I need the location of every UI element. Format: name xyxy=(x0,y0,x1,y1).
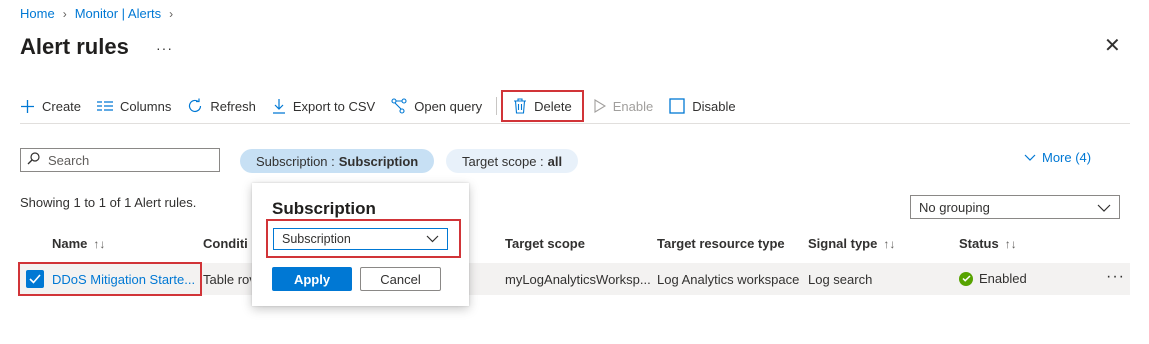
search-input[interactable] xyxy=(48,152,208,168)
sort-icon: ↑↓ xyxy=(1004,236,1017,251)
delete-label: Delete xyxy=(534,98,572,114)
check-circle-icon xyxy=(959,271,973,286)
chevron-down-icon xyxy=(1097,200,1111,215)
row-target-scope: myLogAnalyticsWorksp... xyxy=(505,272,651,287)
chevron-right-icon: › xyxy=(62,6,67,21)
subscription-filter-value: Subscription xyxy=(338,153,419,169)
column-header-name-label: Name xyxy=(52,236,88,251)
row-resource-type: Log Analytics workspace xyxy=(657,272,800,287)
checkbox-empty-icon xyxy=(669,98,685,114)
subscription-select-value: Subscription xyxy=(282,232,351,246)
toolbar-divider-line xyxy=(20,123,1130,124)
breadcrumb-monitor-alerts[interactable]: Monitor | Alerts xyxy=(75,6,161,21)
column-header-name[interactable]: Name ↑↓ xyxy=(52,236,105,251)
row-condition: Table rov xyxy=(203,272,251,287)
disable-label: Disable xyxy=(692,98,736,114)
row-signal-type: Log search xyxy=(808,272,873,287)
open-query-label: Open query xyxy=(414,98,483,114)
chevron-down-icon xyxy=(1024,150,1036,165)
toolbar: Create Columns Refresh Export to CSV Ope… xyxy=(20,90,744,122)
search-icon xyxy=(27,152,40,168)
subscription-filter-flyout: Subscription Subscription Apply Cancel xyxy=(252,183,469,306)
row-more-icon[interactable]: ··· xyxy=(1106,268,1125,286)
download-icon xyxy=(272,98,286,114)
subscription-select[interactable]: Subscription xyxy=(273,228,448,250)
close-icon[interactable]: ✕ xyxy=(1104,36,1121,56)
query-icon xyxy=(391,98,407,114)
column-header-condition-label: Conditi xyxy=(203,236,248,251)
row-checkbox[interactable] xyxy=(26,270,44,288)
page-title: Alert rules xyxy=(20,34,129,59)
play-icon xyxy=(594,99,606,113)
refresh-icon xyxy=(187,98,203,114)
enable-label: Enable xyxy=(612,98,654,114)
target-scope-filter-value: all xyxy=(547,153,563,169)
columns-icon xyxy=(97,100,114,112)
columns-label: Columns xyxy=(120,98,172,114)
disable-button[interactable]: Disable xyxy=(661,92,743,120)
column-header-signal-type[interactable]: Signal type ↑↓ xyxy=(808,236,895,251)
subscription-filter-label: Subscription : xyxy=(256,153,335,169)
row-status-label: Enabled xyxy=(979,271,1027,286)
row-name-cell[interactable]: DDoS Mitigation Starte... xyxy=(18,262,202,296)
target-scope-filter-pill[interactable]: Target scope : all xyxy=(446,149,579,173)
breadcrumb-home[interactable]: Home xyxy=(20,6,55,21)
export-csv-button[interactable]: Export to CSV xyxy=(264,92,383,120)
more-filters-label: More (4) xyxy=(1042,150,1092,165)
flyout-title: Subscription xyxy=(272,199,376,218)
more-options-icon[interactable]: ··· xyxy=(156,40,173,56)
column-header-target-scope[interactable]: Target scope xyxy=(505,236,585,251)
delete-button[interactable]: Delete xyxy=(501,90,584,122)
enable-button[interactable]: Enable xyxy=(586,92,661,120)
more-filters-button[interactable]: More (4) xyxy=(1024,150,1091,165)
create-button[interactable]: Create xyxy=(20,92,89,120)
column-header-condition[interactable]: Conditi xyxy=(203,236,251,251)
column-header-target-scope-label: Target scope xyxy=(505,236,585,251)
create-label: Create xyxy=(42,98,82,114)
sort-icon: ↑↓ xyxy=(883,236,896,251)
column-header-target-resource-type[interactable]: Target resource type xyxy=(657,236,785,251)
sort-icon: ↑↓ xyxy=(93,236,106,251)
target-scope-filter-label: Target scope : xyxy=(462,153,544,169)
grouping-value: No grouping xyxy=(919,199,990,215)
column-header-status-label: Status xyxy=(959,236,999,251)
cancel-button[interactable]: Cancel xyxy=(360,267,441,291)
refresh-label: Refresh xyxy=(210,98,256,114)
row-status: Enabled xyxy=(959,271,1027,286)
apply-button[interactable]: Apply xyxy=(272,267,352,291)
chevron-down-icon xyxy=(426,232,439,246)
open-query-button[interactable]: Open query xyxy=(383,92,490,120)
grouping-dropdown[interactable]: No grouping xyxy=(910,195,1120,219)
subscription-filter-pill[interactable]: Subscription : Subscription xyxy=(240,149,435,173)
column-header-status[interactable]: Status ↑↓ xyxy=(959,236,1017,251)
plus-icon xyxy=(20,99,35,114)
search-box[interactable] xyxy=(20,148,220,172)
chevron-right-icon: › xyxy=(169,6,174,21)
columns-button[interactable]: Columns xyxy=(89,92,179,120)
refresh-button[interactable]: Refresh xyxy=(179,92,264,120)
alert-rule-name-link[interactable]: DDoS Mitigation Starte... xyxy=(52,272,195,287)
export-label: Export to CSV xyxy=(292,98,376,114)
toolbar-divider xyxy=(496,97,498,115)
column-header-signal-type-label: Signal type xyxy=(808,236,878,251)
trash-icon xyxy=(513,98,527,114)
results-count: Showing 1 to 1 of 1 Alert rules. xyxy=(20,195,197,210)
column-header-target-resource-type-label: Target resource type xyxy=(657,236,785,251)
breadcrumb: Home › Monitor | Alerts › xyxy=(20,6,173,21)
